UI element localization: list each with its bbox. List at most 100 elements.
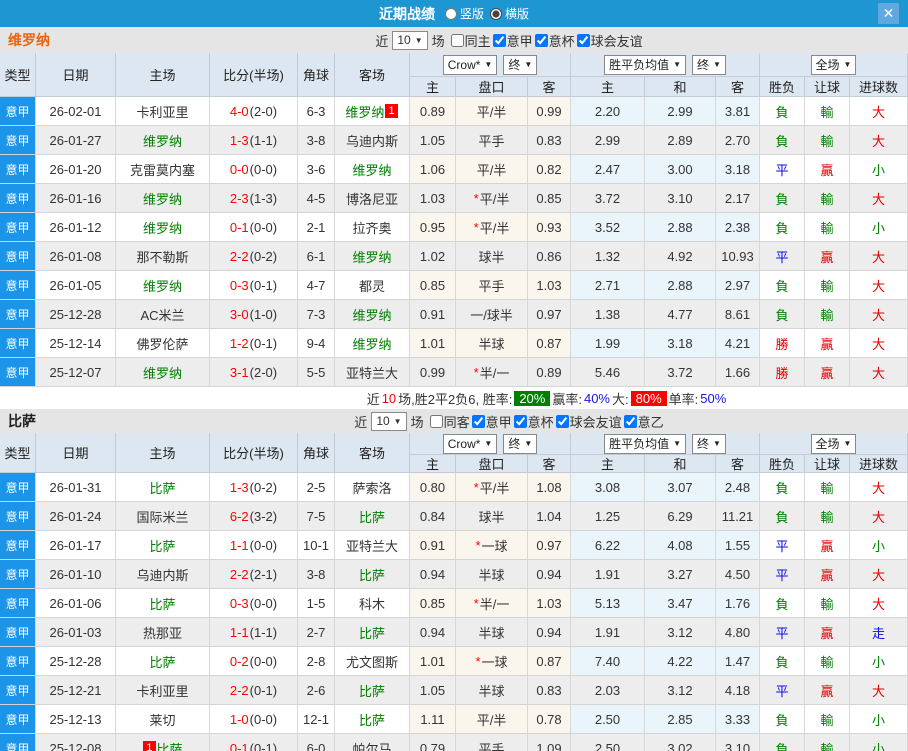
avg-home-cell: 6.22: [571, 531, 645, 560]
team-label: 比萨: [358, 625, 385, 641]
avg-home-cell: 1.32: [571, 242, 645, 271]
handicap-result-cell: 輸: [805, 734, 850, 751]
summary-near: 近: [366, 391, 380, 407]
odds-away-cell: 0.82: [528, 155, 571, 184]
avg-source-select[interactable]: 胜平负均值 ▼: [604, 433, 686, 454]
handicap-result-cell: 贏: [805, 242, 850, 271]
goals-cell: 小: [850, 155, 908, 184]
checkbox-input[interactable]: [450, 33, 464, 47]
avg-away-cell: 1.66: [716, 358, 760, 387]
away-team-cell: 乌迪内斯: [335, 126, 410, 155]
home-team-cell: 热那亚: [116, 618, 210, 647]
team-label: 维罗纳: [142, 365, 182, 381]
avg-away-cell: 1.55: [716, 531, 760, 560]
scope-select[interactable]: 全场 ▼: [810, 54, 857, 75]
away-team-cell: 比萨: [335, 502, 410, 531]
date-cell: 25-12-13: [36, 705, 116, 734]
odds-away-cell: 1.09: [528, 734, 571, 751]
games-count-select[interactable]: 10 ▼: [371, 411, 407, 431]
date-cell: 26-01-27: [36, 126, 116, 155]
verona-match-rows: 意甲 26-02-01 卡利亚里 4-0 (2-0) 6-3 维罗纳 1 0.89 平/半 0.99…: [0, 97, 908, 387]
avg-away-cell: 1.76: [716, 589, 760, 618]
pisa-control-band: 比萨 近 10 ▼ 场 同客 意甲 意杯 球会友谊 意乙: [0, 409, 908, 433]
col-header-away: 客场: [335, 433, 410, 473]
corner-cell: 2-8: [298, 647, 335, 676]
filter-checkbox[interactable]: 意乙: [623, 412, 664, 431]
away-team-cell: 博洛尼亚: [335, 184, 410, 213]
odds-home-cell: 1.05: [410, 126, 456, 155]
odds-home-cell: 0.94: [410, 618, 456, 647]
checkbox-input[interactable]: [576, 33, 590, 47]
result-cell: 負: [760, 647, 805, 676]
team-label: 都灵: [358, 278, 385, 294]
games-count-select[interactable]: 10 ▼: [392, 30, 428, 50]
odds-time-select[interactable]: 终 ▼: [503, 54, 538, 75]
checkbox-input[interactable]: [623, 414, 637, 428]
team-label: 维罗纳: [352, 162, 392, 178]
avg-away-cell: 10.93: [716, 242, 760, 271]
checkbox-input[interactable]: [513, 414, 527, 428]
odds-time-select[interactable]: 终 ▼: [503, 433, 538, 454]
rank-badge: 1: [385, 104, 398, 118]
handicap-line-cell: 平/半: [456, 155, 528, 184]
team-label: 比萨: [149, 480, 176, 496]
verona-filter-bar: 近 10 ▼ 场 同主 意甲 意杯 球会友谊: [373, 30, 644, 50]
chevron-down-icon: ▼: [484, 439, 493, 448]
filter-checkbox[interactable]: 球会友谊: [576, 31, 643, 50]
avg-source-select[interactable]: 胜平负均值 ▼: [604, 54, 686, 75]
scope-select-group: 全场 ▼: [760, 433, 908, 455]
filter-checkbox[interactable]: 意甲: [492, 31, 533, 50]
close-icon[interactable]: ✕: [878, 3, 899, 24]
checkbox-label: 同客: [443, 414, 470, 430]
odds-home-cell: 0.89: [410, 97, 456, 126]
scope-select[interactable]: 全场 ▼: [810, 433, 857, 454]
odds-away-cell: 0.86: [528, 242, 571, 271]
away-team-cell: 帕尔马: [335, 734, 410, 751]
filter-checkbox[interactable]: 意甲: [471, 412, 512, 431]
filter-checkbox[interactable]: 意杯: [513, 412, 554, 431]
checkbox-input[interactable]: [555, 414, 569, 428]
layout-radio-group: 竖版 横版: [439, 5, 529, 22]
col-header-type: 类型: [0, 433, 36, 473]
goals-cell: 小: [850, 647, 908, 676]
odds-away-cell: 0.97: [528, 531, 571, 560]
avg-time-select[interactable]: 终 ▼: [692, 433, 726, 454]
radio-horizontal-input[interactable]: [490, 7, 502, 20]
radio-vertical-layout[interactable]: 竖版: [444, 5, 484, 22]
big-pct-badge: 80%: [630, 390, 667, 406]
filter-checkbox[interactable]: 同客: [429, 412, 470, 431]
score-cell: 6-2 (3-2): [210, 502, 298, 531]
league-cell: 意甲: [0, 734, 36, 751]
corner-cell: 3-8: [298, 126, 335, 155]
filter-checkbox[interactable]: 球会友谊: [555, 412, 622, 431]
home-team-cell: 维罗纳: [116, 126, 210, 155]
checkbox-input[interactable]: [471, 414, 485, 428]
sub-header-handicap: 让球: [805, 455, 850, 473]
handicap-line-cell: 半球: [456, 618, 528, 647]
filter-checkbox[interactable]: 同主: [450, 31, 491, 50]
handicap-line-cell: 球半: [456, 502, 528, 531]
radio-horizontal-layout[interactable]: 横版: [490, 5, 529, 22]
sub-header-odds-away: 客: [528, 455, 571, 473]
corner-cell: 6-3: [298, 97, 335, 126]
avg-time-select[interactable]: 终 ▼: [692, 54, 726, 75]
home-team-cell: 比萨: [116, 531, 210, 560]
win-pct-badge: 20%: [514, 390, 551, 406]
filter-checkbox[interactable]: 意杯: [534, 31, 575, 50]
checkbox-input[interactable]: [534, 33, 548, 47]
odds-source-select[interactable]: Crow* ▼: [442, 54, 498, 75]
away-team-cell: 科木: [335, 589, 410, 618]
result-cell: 負: [760, 300, 805, 329]
record-summary: 近 10 场,胜2平2负6, 胜率: 20% 赢率: 40% 大: 80% 单率: 50…: [0, 387, 908, 409]
handicap-line-cell: * 一球: [456, 531, 528, 560]
odds-source-value: Crow*: [447, 436, 481, 451]
result-cell: 負: [760, 705, 805, 734]
checkbox-input[interactable]: [429, 414, 443, 428]
odds-source-select[interactable]: Crow* ▼: [442, 433, 498, 454]
home-team-cell: 乌迪内斯: [116, 560, 210, 589]
radio-vertical-input[interactable]: [444, 7, 457, 20]
date-cell: 25-12-14: [36, 329, 116, 358]
scope-value: 全场: [815, 58, 840, 72]
odds-away-cell: 0.87: [528, 647, 571, 676]
checkbox-input[interactable]: [492, 33, 506, 47]
